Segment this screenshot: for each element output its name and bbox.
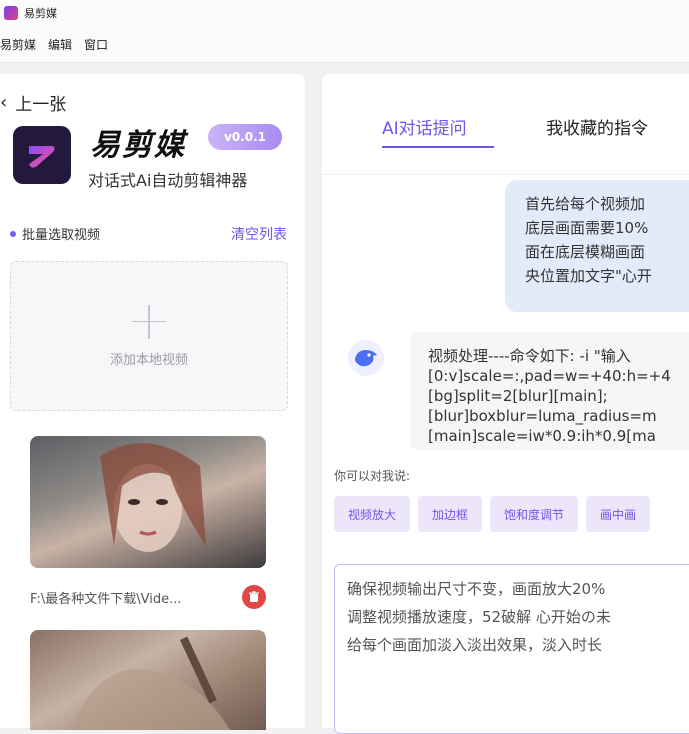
tab-ai-chat[interactable]: AI对话提问 bbox=[382, 114, 467, 139]
menu-bar: 易剪媒 编辑 窗口 bbox=[0, 26, 689, 63]
chip-saturation[interactable]: 饱和度调节 bbox=[490, 496, 579, 532]
bot-message-line: [bg]split=2[blur][main]; bbox=[428, 387, 608, 405]
video-thumbnail[interactable] bbox=[30, 436, 266, 568]
video-file-name: F:\最各种文件下载\Vide... bbox=[30, 591, 182, 607]
chat-panel: AI对话提问 我收藏的指令 首先给每个视频加 底层画面需要10% 面在底层模糊画… bbox=[322, 74, 689, 734]
input-line: 给每个画面加淡入淡出效果，淡入时长 bbox=[347, 636, 603, 654]
tab-saved-commands[interactable]: 我收藏的指令 bbox=[546, 114, 648, 139]
bullet-icon bbox=[10, 230, 16, 237]
prev-button[interactable]: ‹ 上一张 bbox=[0, 90, 66, 115]
bot-message-line: [0:v]scale=:,pad=w=+40:h=+4 bbox=[428, 367, 671, 385]
suggestions-label: 你可以对我说: bbox=[334, 469, 411, 483]
user-message-bubble: 首先给每个视频加 底层画面需要10% 面在底层模糊画面 央位置加文字"心开 bbox=[505, 180, 689, 312]
chat-input[interactable]: 确保视频输出尺寸不变，画面放大20% 调整视频播放速度，52破解 心开始の未 给… bbox=[334, 564, 689, 734]
slogan: 对话式Ai自动剪辑神器 bbox=[88, 171, 248, 190]
user-message-line: 央位置加文字"心开 bbox=[525, 267, 652, 285]
suggestion-chips: 视频放大 加边框 饱和度调节 画中画 bbox=[334, 496, 651, 532]
prev-label: 上一张 bbox=[15, 95, 67, 115]
plus-icon bbox=[132, 304, 166, 339]
chevron-left-icon: ‹ bbox=[0, 91, 8, 113]
input-line: 确保视频输出尺寸不变，画面放大20% bbox=[347, 580, 606, 598]
batch-select-label: 批量选取视频 bbox=[22, 228, 101, 243]
bot-message-line: [blur]boxblur=luma_radius=m bbox=[428, 407, 657, 425]
batch-select-button[interactable]: 批量选取视频 bbox=[10, 224, 100, 243]
input-line: 调整视频播放速度，52破解 心开始の未 bbox=[347, 608, 611, 626]
active-tab-indicator bbox=[382, 146, 494, 148]
bot-avatar-icon bbox=[348, 340, 384, 376]
app-icon bbox=[4, 6, 18, 20]
video-file-row: F:\最各种文件下载\Vide... bbox=[30, 585, 266, 609]
add-video-dropzone[interactable]: 添加本地视频 bbox=[10, 261, 288, 411]
brand-name: 易剪媒 bbox=[90, 128, 186, 163]
user-message-line: 面在底层模糊画面 bbox=[525, 243, 646, 261]
bot-message-line: [main]scale=iw*0.9:ih*0.9[ma bbox=[428, 427, 656, 445]
chip-zoom-video[interactable]: 视频放大 bbox=[334, 496, 411, 532]
chip-picture-in-picture[interactable]: 画中画 bbox=[586, 496, 651, 532]
video-thumbnail[interactable] bbox=[30, 630, 266, 730]
bot-message-line: 视频处理----命令如下: -i "输入 bbox=[428, 347, 631, 365]
title-bar: 易剪媒 bbox=[0, 0, 689, 26]
menu-app[interactable]: 易剪媒 bbox=[0, 36, 36, 53]
user-message-line: 底层画面需要10% bbox=[525, 219, 649, 237]
bot-message-bubble: 视频处理----命令如下: -i "输入 [0:v]scale=:,pad=w=… bbox=[410, 332, 689, 450]
app-logo bbox=[13, 126, 71, 184]
version-badge: v0.0.1 bbox=[208, 124, 282, 150]
trash-icon bbox=[249, 591, 259, 602]
add-video-label: 添加本地视频 bbox=[109, 352, 188, 368]
divider bbox=[322, 174, 689, 175]
delete-video-button[interactable] bbox=[242, 585, 266, 609]
user-message-line: 首先给每个视频加 bbox=[525, 195, 646, 213]
menu-edit[interactable]: 编辑 bbox=[48, 36, 72, 53]
video-list-panel: ‹ 上一张 易剪媒 v0.0.1 对话式Ai自动剪辑神器 批量选取视频 清空列表… bbox=[0, 74, 305, 730]
clear-list-button[interactable]: 清空列表 bbox=[231, 224, 287, 244]
menu-window[interactable]: 窗口 bbox=[84, 36, 108, 53]
window-title: 易剪媒 bbox=[24, 7, 57, 20]
chip-add-border[interactable]: 加边框 bbox=[418, 496, 483, 532]
